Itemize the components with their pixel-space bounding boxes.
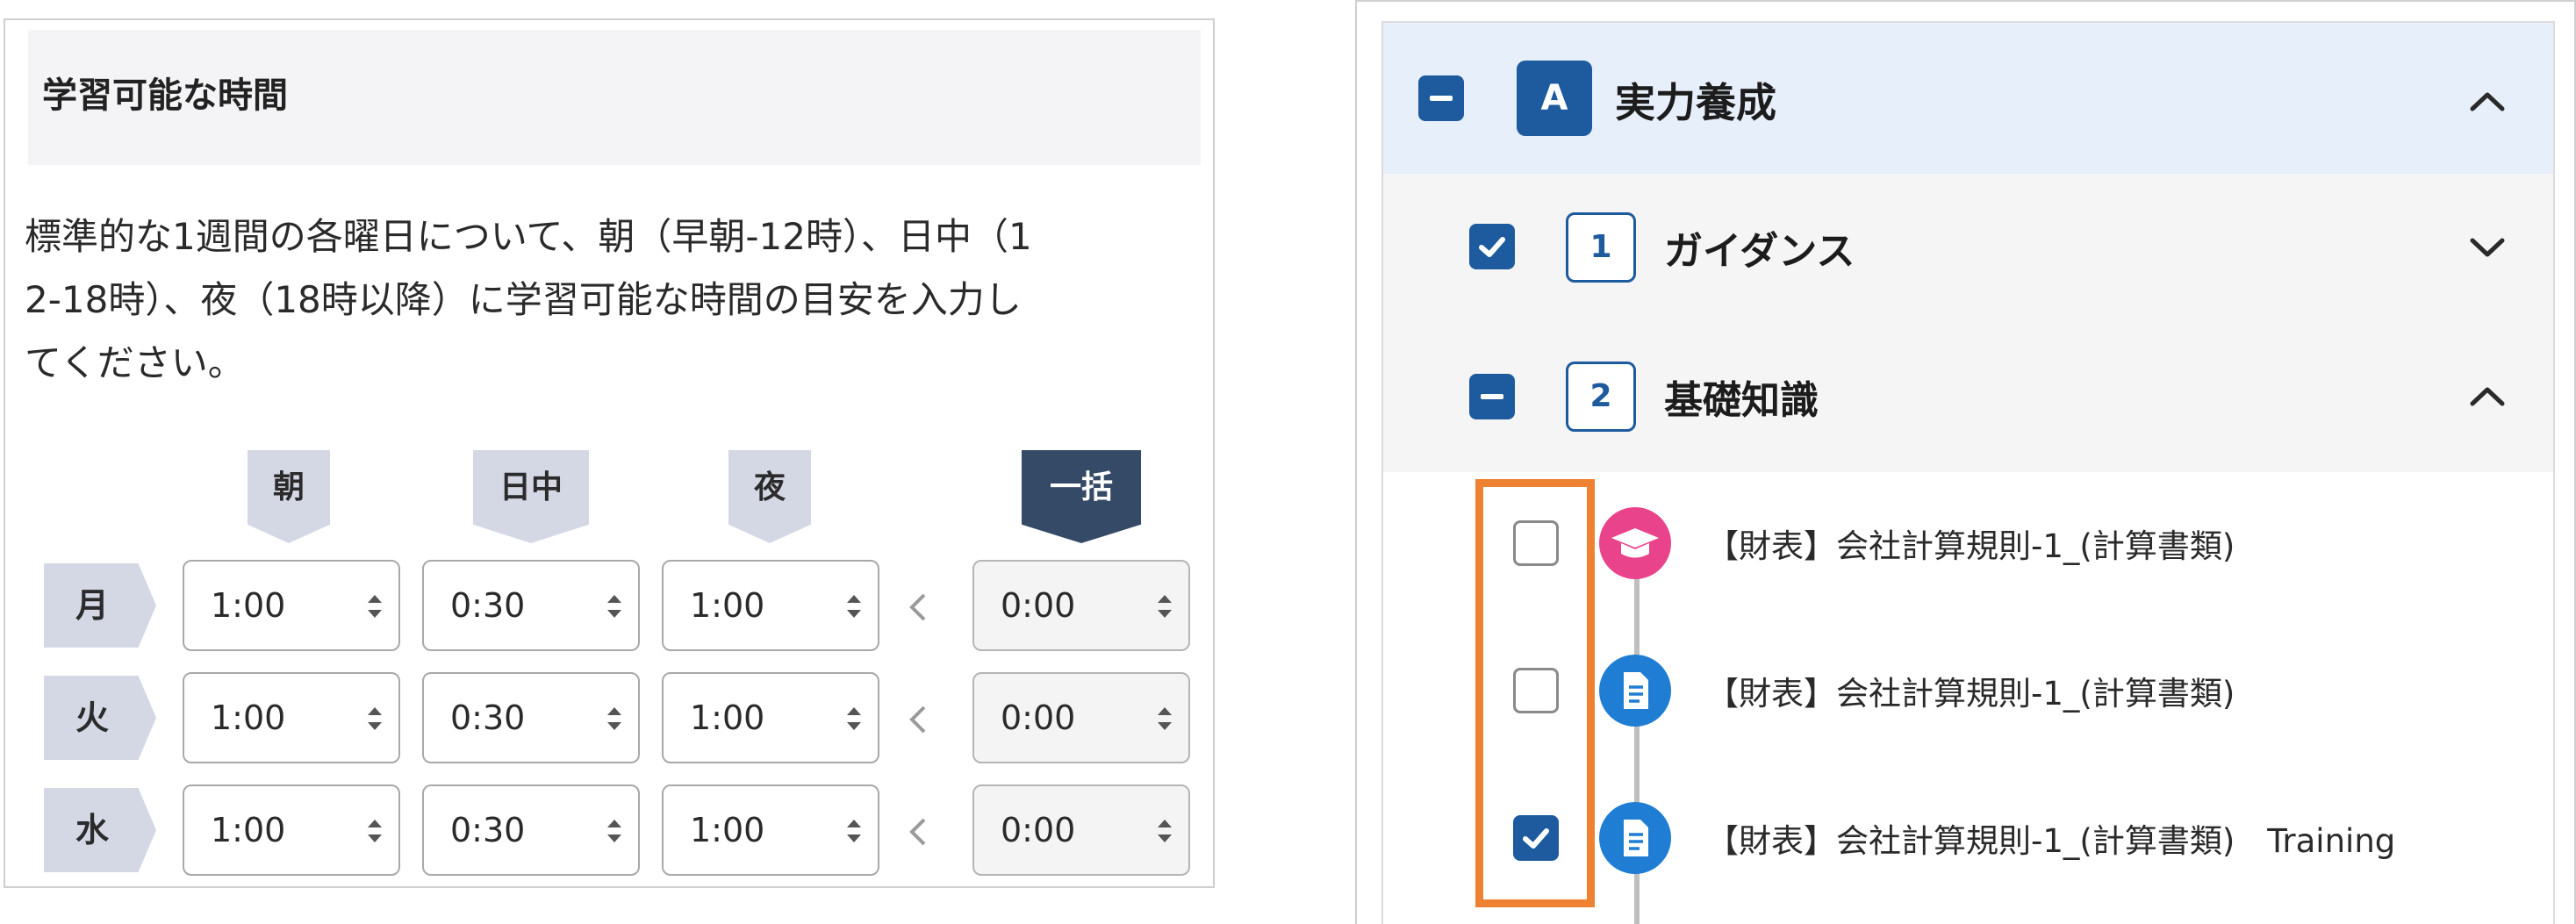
bulk-time-input[interactable]: 0:00: [972, 560, 1190, 651]
stepper-arrows-icon[interactable]: [844, 704, 864, 734]
time-value: 0:00: [1001, 698, 1076, 737]
time-value: 1:00: [211, 698, 286, 737]
daytime-time-input[interactable]: 0:30: [422, 784, 640, 876]
stepper-arrows-icon[interactable]: [605, 816, 624, 846]
time-value: 1:00: [211, 586, 286, 625]
section-checkbox[interactable]: [1418, 75, 1464, 121]
stepper-arrows-icon[interactable]: [365, 591, 384, 621]
time-value: 0:00: [1001, 811, 1076, 849]
stepper-arrows-icon[interactable]: [1155, 704, 1174, 734]
time-value: 0:30: [450, 586, 526, 625]
chevron-down-icon[interactable]: [2468, 237, 2507, 260]
stepper-arrows-icon[interactable]: [605, 704, 624, 734]
stepper-arrows-icon[interactable]: [365, 816, 384, 846]
highlight-annotation: [1475, 479, 1595, 907]
morning-time-input[interactable]: 1:00: [183, 784, 400, 876]
bulk-time-input[interactable]: 0:00: [972, 784, 1190, 876]
availability-title: 学習可能な時間: [42, 75, 288, 116]
stepper-arrows-icon[interactable]: [844, 816, 864, 846]
check-icon: [1479, 237, 1505, 257]
indeterminate-icon: [1481, 394, 1503, 399]
daytime-time-input[interactable]: 0:30: [422, 672, 640, 763]
section-row[interactable]: A 実力養成: [1381, 21, 2555, 175]
stepper-arrows-icon[interactable]: [844, 591, 864, 621]
description-line: 2-18時）、夜（18時以降）に学習可能な時間の目安を入力し: [25, 278, 1022, 321]
column-header-daytime: 日中: [473, 450, 589, 543]
item-label: 【財表】会社計算規則-1_(計算書類) Training: [1706, 822, 2396, 860]
group-row[interactable]: 2 基礎知識: [1381, 323, 2555, 474]
chevron-up-icon[interactable]: [2468, 384, 2507, 407]
chevron-left-icon: [909, 593, 926, 621]
night-time-input[interactable]: 1:00: [662, 784, 879, 876]
group-title: 基礎知識: [1664, 378, 1819, 423]
stepper-arrows-icon[interactable]: [1155, 591, 1174, 621]
description-line: 標準的な1週間の各曜日について、朝（早朝-12時）、日中（1: [25, 215, 1032, 258]
chevron-left-icon: [909, 818, 926, 846]
section-title: 実力養成: [1615, 79, 1776, 126]
chevron-left-icon: [909, 706, 926, 734]
item-label: 【財表】会社計算規則-1_(計算書類): [1706, 527, 2235, 565]
group-checkbox[interactable]: [1469, 224, 1515, 269]
day-label-mon: 月: [44, 563, 156, 648]
group-checkbox[interactable]: [1469, 374, 1515, 419]
document-icon: [1599, 655, 1671, 727]
bulk-time-input[interactable]: 0:00: [972, 672, 1190, 763]
column-header-bulk[interactable]: 一括: [1022, 450, 1141, 543]
availability-description: 標準的な1週間の各曜日について、朝（早朝-12時）、日中（1 2-18時）、夜（…: [25, 205, 1201, 395]
time-value: 0:30: [450, 811, 526, 849]
group-number-badge: 2: [1566, 362, 1636, 432]
stepper-arrows-icon[interactable]: [1155, 816, 1174, 846]
stepper-arrows-icon[interactable]: [365, 704, 384, 734]
time-value: 0:00: [1001, 586, 1076, 625]
time-value: 1:00: [690, 698, 765, 737]
item-label: 【財表】会社計算規則-1_(計算書類): [1706, 675, 2235, 713]
chevron-up-icon[interactable]: [2468, 90, 2507, 112]
time-value: 1:00: [690, 811, 765, 849]
graduation-cap-icon: [1599, 507, 1671, 579]
group-row[interactable]: 1 ガイダンス: [1381, 174, 2555, 325]
night-time-input[interactable]: 1:00: [662, 560, 879, 651]
day-label-wed: 水: [44, 788, 156, 872]
section-badge: A: [1517, 61, 1592, 136]
column-header-night: 夜: [728, 450, 811, 543]
group-number-badge: 1: [1566, 212, 1636, 283]
indeterminate-icon: [1430, 96, 1453, 101]
daytime-time-input[interactable]: 0:30: [422, 560, 640, 651]
morning-time-input[interactable]: 1:00: [183, 672, 400, 763]
time-value: 1:00: [690, 586, 765, 625]
morning-time-input[interactable]: 1:00: [183, 560, 400, 651]
group-title: ガイダンス: [1664, 229, 1855, 274]
description-line: てください。: [25, 341, 245, 384]
time-value: 1:00: [211, 811, 286, 849]
time-value: 0:30: [450, 698, 526, 737]
stepper-arrows-icon[interactable]: [605, 591, 624, 621]
night-time-input[interactable]: 1:00: [662, 672, 879, 763]
availability-panel: 学習可能な時間 標準的な1週間の各曜日について、朝（早朝-12時）、日中（1 2…: [4, 18, 1215, 888]
column-header-morning: 朝: [248, 450, 330, 543]
document-icon: [1599, 802, 1671, 874]
day-label-tue: 火: [44, 676, 156, 760]
